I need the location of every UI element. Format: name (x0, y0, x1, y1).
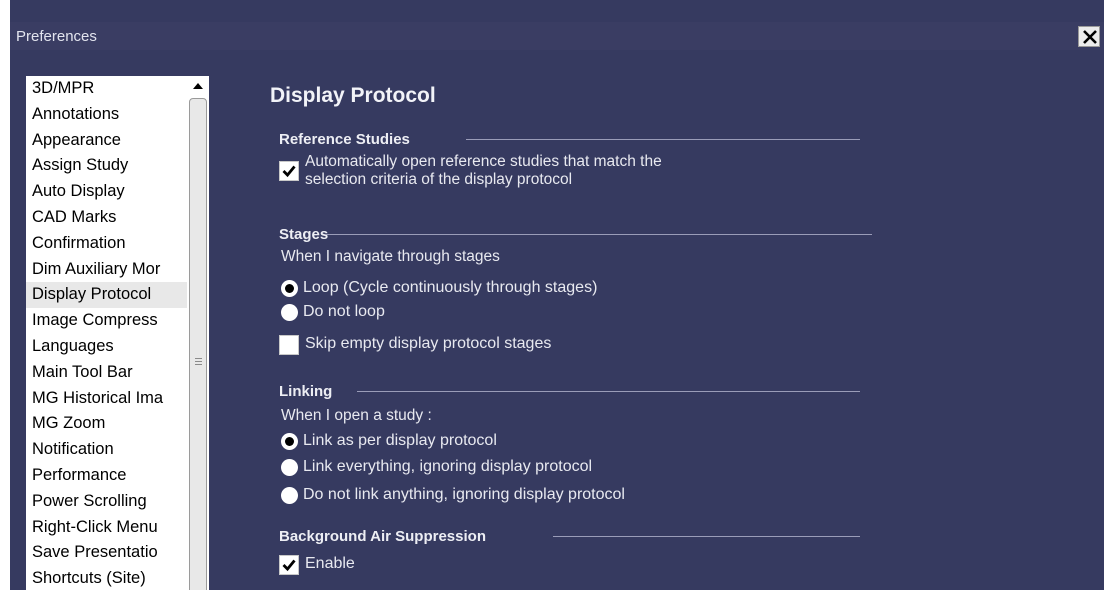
radio-label: Do not link anything, ignoring display p… (303, 486, 625, 503)
check-icon (282, 165, 296, 178)
auto-open-label: Automatically open reference studies tha… (305, 153, 662, 189)
section-heading-linking: Linking (279, 383, 333, 400)
radio-loop[interactable]: Loop (Cycle continuously through stages) (281, 279, 597, 297)
skip-empty-label: Skip empty display protocol stages (305, 335, 552, 352)
radio-do-not-loop[interactable]: Do not loop (281, 303, 385, 321)
section-heading-background-air: Background Air Suppression (279, 528, 486, 545)
radio-button[interactable] (281, 304, 298, 321)
auto-open-label-line1: Automatically open reference studies tha… (305, 153, 662, 170)
radio-button[interactable] (281, 433, 298, 450)
enable-checkbox[interactable] (279, 555, 299, 575)
section-divider (466, 139, 860, 140)
radio-link-everything[interactable]: Link everything, ignoring display protoc… (281, 458, 592, 476)
auto-open-checkbox[interactable] (279, 161, 299, 181)
background-air-enable-option[interactable]: Enable (279, 555, 355, 575)
enable-label: Enable (305, 555, 355, 572)
section-divider (357, 391, 860, 392)
skip-empty-checkbox[interactable] (279, 335, 299, 355)
skip-empty-stages-option[interactable]: Skip empty display protocol stages (279, 335, 551, 355)
radio-link-per-protocol[interactable]: Link as per display protocol (281, 432, 497, 450)
auto-open-reference-studies-option[interactable]: Automatically open reference studies tha… (279, 153, 662, 189)
radio-label: Do not loop (303, 303, 385, 320)
display-protocol-panel: Display Protocol Reference Studies Autom… (0, 0, 1094, 590)
radio-label: Link as per display protocol (303, 432, 497, 449)
stages-prompt: When I navigate through stages (281, 248, 500, 265)
radio-label: Loop (Cycle continuously through stages) (303, 279, 598, 296)
radio-selected-dot (285, 284, 294, 293)
section-heading-reference-studies: Reference Studies (279, 131, 410, 148)
section-divider (553, 536, 860, 537)
radio-label: Link everything, ignoring display protoc… (303, 458, 593, 475)
radio-button[interactable] (281, 280, 298, 297)
page-title: Display Protocol (270, 84, 436, 107)
auto-open-label-line2: selection criteria of the display protoc… (305, 171, 573, 188)
radio-button[interactable] (281, 459, 298, 476)
radio-button[interactable] (281, 487, 298, 504)
section-heading-stages: Stages (279, 226, 329, 243)
section-divider (326, 234, 872, 235)
radio-selected-dot (285, 437, 294, 446)
check-icon (282, 559, 296, 572)
radio-do-not-link[interactable]: Do not link anything, ignoring display p… (281, 486, 625, 504)
linking-prompt: When I open a study : (281, 407, 432, 424)
